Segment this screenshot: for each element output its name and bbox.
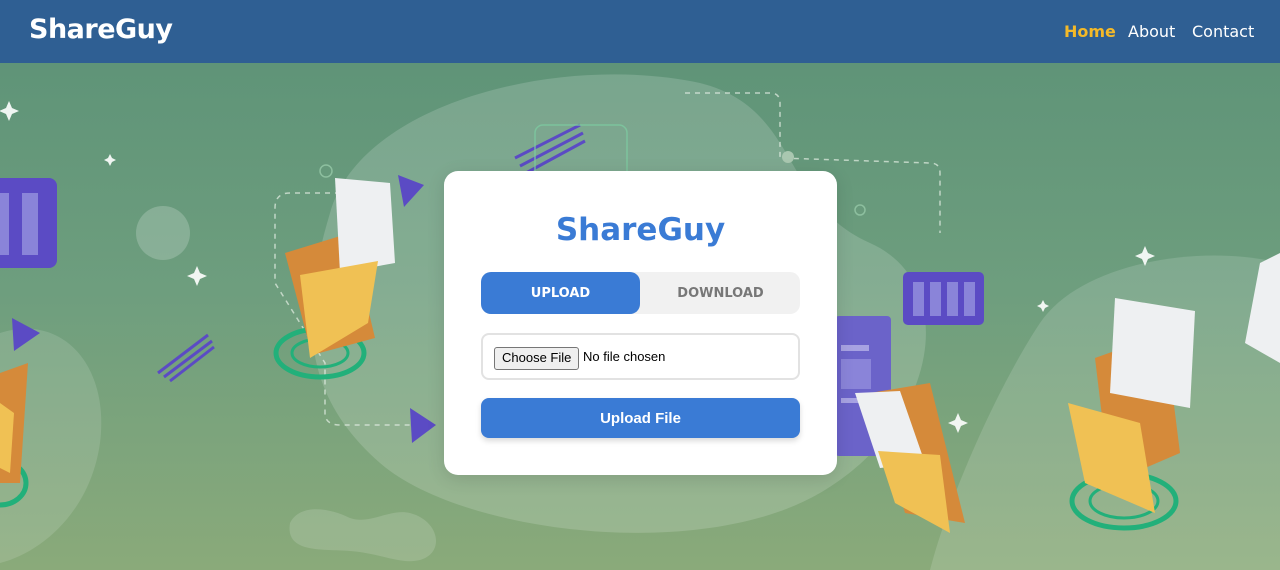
brand-logo[interactable]: ShareGuy <box>29 14 173 45</box>
tab-download[interactable]: DOWNLOAD <box>641 272 800 314</box>
choose-file-button[interactable]: Choose File <box>494 347 580 370</box>
tab-upload[interactable]: UPLOAD <box>481 272 640 314</box>
file-input[interactable]: Choose File No file chosen <box>481 333 800 380</box>
card-title: ShareGuy <box>555 212 726 248</box>
navbar: ShareGuy Home About Contact <box>0 0 1280 63</box>
file-status-text: No file chosen <box>583 349 666 364</box>
mode-tabs: UPLOAD DOWNLOAD <box>481 272 800 314</box>
upload-file-button[interactable]: Upload File <box>481 398 800 438</box>
share-card: ShareGuy UPLOAD DOWNLOAD Choose File No … <box>444 171 837 475</box>
nav-link-about[interactable]: About <box>1128 22 1175 41</box>
nav-link-home[interactable]: Home <box>1064 22 1116 41</box>
nav-link-contact[interactable]: Contact <box>1192 22 1254 41</box>
